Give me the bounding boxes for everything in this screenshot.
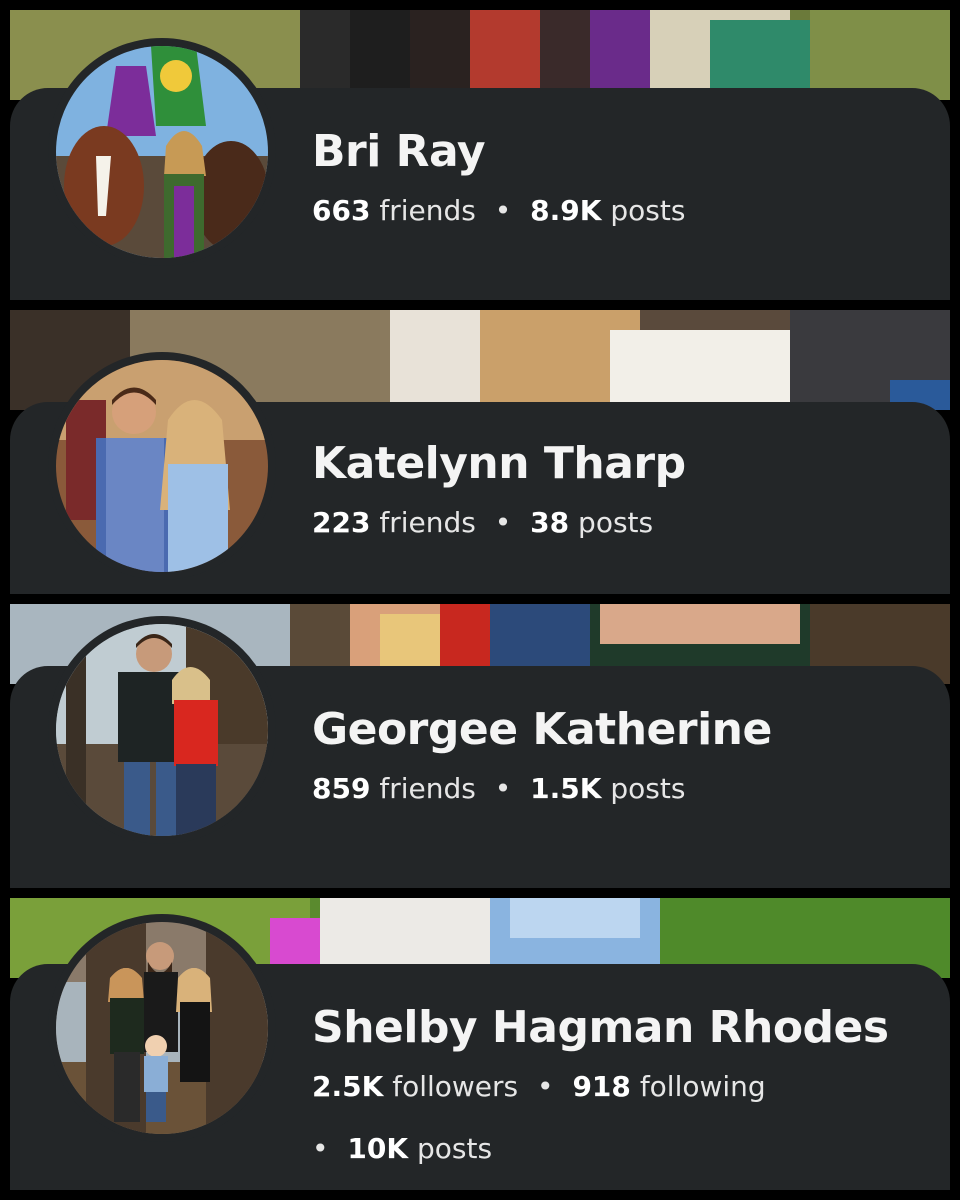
profile-card-bri-ray[interactable]: Bri Ray 663 friends • 8.9K posts (10, 10, 950, 300)
profile-stats: 859 friends • 1.5K posts (312, 772, 685, 805)
posts-label[interactable]: posts (578, 506, 653, 539)
avatar[interactable] (56, 360, 268, 572)
profile-card-georgee-katherine[interactable]: Georgee Katherine 859 friends • 1.5K pos… (10, 604, 950, 888)
profile-name[interactable]: Bri Ray (312, 126, 486, 177)
separator-dot: • (494, 506, 512, 539)
profile-stats: 2.5K followers • 918 following (312, 1070, 766, 1103)
friends-label[interactable]: friends (379, 772, 475, 805)
profile-name[interactable]: Georgee Katherine (312, 704, 772, 755)
profile-stats: 223 friends • 38 posts (312, 506, 653, 539)
profile-name[interactable]: Shelby Hagman Rhodes (312, 1002, 889, 1053)
profile-name[interactable]: Katelynn Tharp (312, 438, 686, 489)
avatar-frame (48, 914, 276, 1142)
friends-count[interactable]: 223 (312, 506, 370, 539)
friends-label[interactable]: friends (379, 506, 475, 539)
posts-count[interactable]: 8.9K (530, 194, 601, 227)
posts-label[interactable]: posts (610, 772, 685, 805)
avatar[interactable] (56, 46, 268, 258)
friends-count[interactable]: 663 (312, 194, 370, 227)
avatar-frame (48, 352, 276, 580)
profile-card-shelby-hagman-rhodes[interactable]: Shelby Hagman Rhodes 2.5K followers • 91… (10, 898, 950, 1190)
followers-count[interactable]: 2.5K (312, 1070, 383, 1103)
posts-label[interactable]: posts (610, 194, 685, 227)
avatar[interactable] (56, 922, 268, 1134)
avatar-frame (48, 616, 276, 844)
avatar[interactable] (56, 624, 268, 836)
separator-dot: • (537, 1070, 554, 1103)
posts-count[interactable]: 1.5K (530, 772, 601, 805)
separator-dot: • (494, 194, 512, 227)
posts-count[interactable]: 10K (347, 1132, 408, 1165)
following-count[interactable]: 918 (572, 1070, 630, 1103)
separator-dot: • (312, 1132, 329, 1165)
posts-count[interactable]: 38 (530, 506, 569, 539)
profile-stats: 663 friends • 8.9K posts (312, 194, 685, 227)
separator-dot: • (494, 772, 512, 805)
following-label[interactable]: following (640, 1070, 766, 1103)
avatar-frame (48, 38, 276, 266)
profile-stats-line-2: • 10K posts (312, 1132, 492, 1165)
followers-label[interactable]: followers (392, 1070, 518, 1103)
friends-label[interactable]: friends (379, 194, 475, 227)
profile-card-katelynn-tharp[interactable]: Katelynn Tharp 223 friends • 38 posts (10, 310, 950, 594)
posts-label[interactable]: posts (417, 1132, 492, 1165)
friends-count[interactable]: 859 (312, 772, 370, 805)
